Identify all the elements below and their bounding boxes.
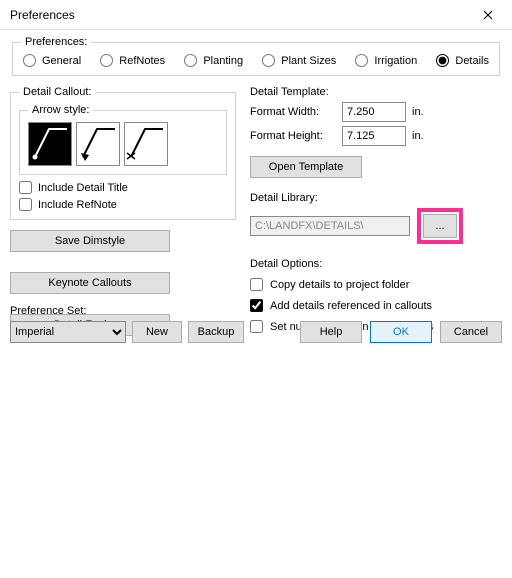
- radio-details[interactable]: Details: [436, 54, 489, 67]
- ok-button[interactable]: OK: [370, 321, 432, 343]
- arrow-style-1[interactable]: [28, 122, 72, 166]
- detail-library-path: [250, 216, 410, 236]
- detail-options-label: Detail Options:: [250, 258, 502, 270]
- keynote-callouts-button[interactable]: Keynote Callouts: [10, 272, 170, 294]
- arrow-style-legend: Arrow style:: [28, 104, 93, 116]
- open-template-button[interactable]: Open Template: [250, 156, 362, 178]
- detail-template-label: Detail Template:: [250, 86, 502, 98]
- save-dimstyle-button[interactable]: Save Dimstyle: [10, 230, 170, 252]
- cancel-button[interactable]: Cancel: [440, 321, 502, 343]
- format-width-input[interactable]: [342, 102, 406, 122]
- radio-refnotes[interactable]: RefNotes: [100, 54, 165, 67]
- detail-callout-group: Detail Callout: Arrow style:: [10, 86, 236, 220]
- preference-set-label: Preference Set:: [10, 305, 244, 317]
- check-copy-details[interactable]: Copy details to project folder: [250, 278, 502, 291]
- backup-prefset-button[interactable]: Backup: [188, 321, 244, 343]
- preferences-legend: Preferences:: [21, 36, 91, 48]
- format-width-label: Format Width:: [250, 106, 336, 118]
- check-include-refnote[interactable]: Include RefNote: [19, 198, 227, 211]
- close-icon[interactable]: [468, 1, 508, 29]
- preferences-radio-group: Preferences: General RefNotes Planting P…: [12, 36, 500, 76]
- height-unit: in.: [412, 130, 424, 142]
- radio-irrigation[interactable]: Irrigation: [355, 54, 417, 67]
- detail-callout-legend: Detail Callout:: [19, 86, 95, 98]
- radio-plant-sizes[interactable]: Plant Sizes: [262, 54, 336, 67]
- help-button[interactable]: Help: [300, 321, 362, 343]
- detail-library-label: Detail Library:: [250, 192, 502, 204]
- arrow-style-2[interactable]: [76, 122, 120, 166]
- radio-general[interactable]: General: [23, 54, 81, 67]
- browse-library-button[interactable]: ...: [423, 214, 457, 238]
- arrow-style-3[interactable]: [124, 122, 168, 166]
- browse-highlight: ...: [417, 208, 463, 244]
- arrow-style-group: Arrow style:: [19, 104, 227, 175]
- format-height-input[interactable]: [342, 126, 406, 146]
- width-unit: in.: [412, 106, 424, 118]
- format-height-label: Format Height:: [250, 130, 336, 142]
- radio-planting[interactable]: Planting: [184, 54, 243, 67]
- window-title: Preferences: [10, 8, 75, 22]
- new-prefset-button[interactable]: New: [132, 321, 182, 343]
- preference-set-select[interactable]: Imperial: [10, 321, 126, 343]
- titlebar: Preferences: [0, 0, 512, 30]
- check-include-title[interactable]: Include Detail Title: [19, 181, 227, 194]
